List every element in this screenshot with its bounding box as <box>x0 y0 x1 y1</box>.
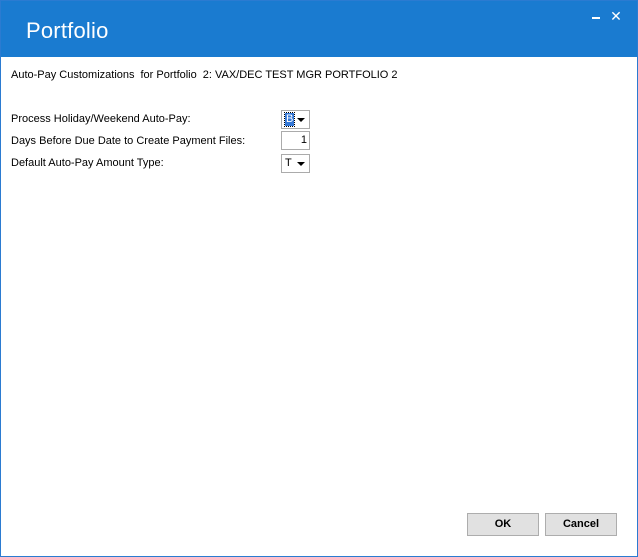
ok-button[interactable]: OK <box>467 513 539 536</box>
chevron-down-icon[interactable] <box>297 118 305 122</box>
minimize-icon[interactable] <box>588 8 604 24</box>
holiday-weekend-label: Process Holiday/Weekend Auto-Pay: <box>11 113 191 125</box>
amount-type-value: T <box>285 157 292 169</box>
amount-type-select[interactable]: T <box>281 154 310 173</box>
customizations-label: Auto-Pay Customizations <box>11 69 135 81</box>
chevron-down-icon[interactable] <box>297 162 305 166</box>
days-before-due-label: Days Before Due Date to Create Payment F… <box>11 135 246 147</box>
holiday-weekend-select[interactable]: B <box>281 110 310 129</box>
portfolio-dialog: Portfolio ✕ Auto-Pay Customizations for P… <box>0 0 638 557</box>
for-portfolio-label: for Portfolio <box>140 69 197 81</box>
amount-type-label: Default Auto-Pay Amount Type: <box>11 157 164 169</box>
customizations-header: Auto-Pay Customizations for Portfolio 2: V… <box>11 69 398 81</box>
cancel-button[interactable]: Cancel <box>545 513 617 536</box>
days-before-due-input[interactable]: 1 <box>281 131 310 150</box>
title-bar[interactable]: Portfolio ✕ <box>1 1 637 57</box>
portfolio-name: 2: VAX/DEC TEST MGR PORTFOLIO 2 <box>202 69 398 81</box>
window-title: Portfolio <box>26 18 109 43</box>
holiday-weekend-value: B <box>283 112 296 127</box>
close-icon[interactable]: ✕ <box>608 8 624 24</box>
